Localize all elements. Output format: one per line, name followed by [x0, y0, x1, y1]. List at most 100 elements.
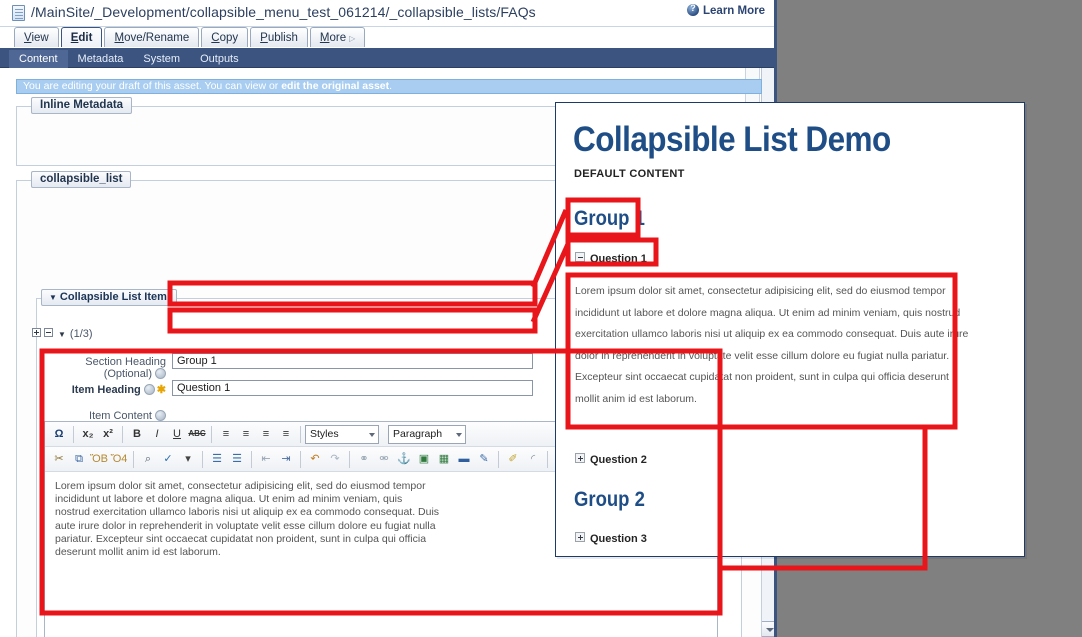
redo-icon[interactable]: ↷ [325, 449, 345, 469]
tab-label: Publish [260, 32, 298, 44]
remove-format-icon[interactable]: ◜ [523, 449, 543, 469]
copy-icon[interactable]: ⧉ [69, 449, 89, 469]
toolbar-separator [73, 426, 74, 443]
demo-subtitle: DEFAULT CONTENT [574, 168, 685, 180]
bullet-list-icon[interactable]: ☰ [207, 449, 227, 469]
indent-icon[interactable]: ⇥ [276, 449, 296, 469]
format-select-value: Paragraph [393, 428, 443, 440]
demo-group-heading-1: Group 1 [574, 207, 645, 230]
align-justify-icon[interactable]: ≡ [276, 424, 296, 444]
chevron-down-icon [369, 433, 375, 437]
notice-view-link[interactable]: view [245, 80, 266, 92]
page-icon [12, 5, 25, 21]
demo-preview-panel: Collapsible List Demo DEFAULT CONTENT Gr… [555, 102, 1025, 557]
insert-image-icon[interactable]: ▣ [414, 449, 434, 469]
scroll-down-button[interactable] [761, 621, 774, 637]
notice-text-1: You are editing your draft of this asset… [23, 80, 246, 92]
underline-icon[interactable]: U [167, 424, 187, 444]
insert-table-icon[interactable]: ▦ [434, 449, 454, 469]
minus-box-icon[interactable] [575, 252, 585, 262]
tab-more[interactable]: More ▷ [309, 27, 366, 47]
paste-icon[interactable]: ὌB [89, 449, 109, 469]
notice-text-3: . [389, 80, 393, 92]
edit-source-icon[interactable]: ✎ [474, 449, 494, 469]
item-heading-label: Item Heading ✱ [40, 383, 166, 396]
section-heading-optional-text: (Optional) [103, 368, 152, 380]
subtab-metadata[interactable]: Metadata [68, 50, 134, 69]
help-icon[interactable] [143, 384, 155, 395]
demo-question-1-label: Question 1 [590, 253, 647, 265]
align-right-icon[interactable]: ≡ [256, 424, 276, 444]
styles-select-value: Styles [310, 428, 339, 440]
clean-formatting-icon[interactable]: ✐ [503, 449, 523, 469]
outdent-icon[interactable]: ⇤ [256, 449, 276, 469]
collapsible-list-legend: collapsible_list [31, 171, 132, 188]
spellcheck-dropdown-icon[interactable]: ▾ [178, 449, 198, 469]
find-replace-icon[interactable]: ⌕ [138, 449, 158, 469]
demo-question-3[interactable]: Question 3 [575, 532, 647, 545]
item-controls-row: ▼ (1/3) [32, 328, 93, 340]
demo-question-1[interactable]: Question 1 [575, 252, 647, 265]
expand-all-icon[interactable] [32, 328, 41, 337]
notice-text-2: or [266, 80, 282, 92]
strikethrough-icon[interactable]: ABC [187, 424, 207, 444]
toolbar-separator [122, 426, 123, 443]
subtab-outputs[interactable]: Outputs [190, 50, 249, 69]
undo-icon[interactable]: ↶ [305, 449, 325, 469]
bold-icon[interactable]: B [127, 424, 147, 444]
asset-path: /MainSite/_Development/collapsible_menu_… [31, 4, 536, 20]
tab-move-rename[interactable]: Move/Rename [104, 27, 200, 47]
item-heading-input[interactable] [172, 380, 533, 396]
subtab-system[interactable]: System [133, 50, 190, 69]
align-center-icon[interactable]: ≡ [236, 424, 256, 444]
toolbar-separator [251, 451, 252, 468]
toolbar-separator [349, 451, 350, 468]
spellcheck-icon[interactable]: ✓ [158, 449, 178, 469]
sort-triangle-icon[interactable]: ▼ [58, 330, 66, 339]
section-heading-optional-label: (Optional) [40, 368, 166, 380]
subtab-content[interactable]: Content [9, 50, 68, 69]
demo-question-2[interactable]: Question 2 [575, 453, 647, 466]
numbered-list-icon[interactable]: ☰ [227, 449, 247, 469]
demo-title: Collapsible List Demo [573, 120, 891, 159]
cut-icon[interactable]: ✂ [49, 449, 69, 469]
toolbar-separator [133, 451, 134, 468]
toolbar-separator [547, 451, 548, 468]
anchor-icon[interactable]: ⚓ [394, 449, 414, 469]
insert-link-icon[interactable]: ⚭ [354, 449, 374, 469]
help-icon[interactable] [155, 368, 166, 379]
styles-select[interactable]: Styles [305, 425, 379, 444]
superscript-icon[interactable]: x² [98, 424, 118, 444]
demo-answer-1: Lorem ipsum dolor sit amet, consectetur … [575, 285, 969, 405]
toolbar-separator [300, 451, 301, 468]
tab-view[interactable]: View [14, 27, 59, 47]
toolbar-separator [211, 426, 212, 443]
inline-metadata-legend: Inline Metadata [31, 97, 133, 114]
tab-publish[interactable]: Publish [250, 27, 308, 47]
subscript-icon[interactable]: x₂ [78, 424, 98, 444]
learn-more-link[interactable]: Learn More [687, 3, 765, 17]
plus-box-icon[interactable] [575, 532, 585, 542]
toolbar-gap [383, 426, 384, 443]
collapsible-list-item-legend[interactable]: ▼ Collapsible List Item [41, 289, 177, 306]
toolbar-separator [202, 451, 203, 468]
tab-copy[interactable]: Copy [201, 27, 249, 47]
plus-box-icon[interactable] [575, 453, 585, 463]
tab-edit[interactable]: Edit [60, 27, 103, 47]
special-character-icon[interactable]: Ω [49, 424, 69, 444]
primary-tab-bar: View Edit Move/Rename Copy Publish More ▷ [0, 27, 774, 49]
chevron-down-icon [456, 433, 462, 437]
format-select[interactable]: Paragraph [388, 425, 466, 444]
italic-icon[interactable]: I [147, 424, 167, 444]
collapse-all-icon[interactable] [44, 328, 53, 337]
align-left-icon[interactable]: ≡ [216, 424, 236, 444]
section-heading-input[interactable] [172, 353, 533, 369]
horizontal-rule-icon[interactable]: ▬ [454, 449, 474, 469]
paste-text-icon[interactable]: Ὄ4 [109, 449, 129, 469]
notice-edit-original-link[interactable]: edit the original asset [281, 80, 389, 92]
demo-group-heading-2: Group 2 [574, 488, 645, 511]
collapsible-list-item-legend-label: Collapsible List Item [59, 291, 167, 303]
unlink-icon[interactable]: ⚮ [374, 449, 394, 469]
demo-question-3-label: Question 3 [590, 533, 647, 545]
help-icon[interactable] [155, 410, 166, 421]
